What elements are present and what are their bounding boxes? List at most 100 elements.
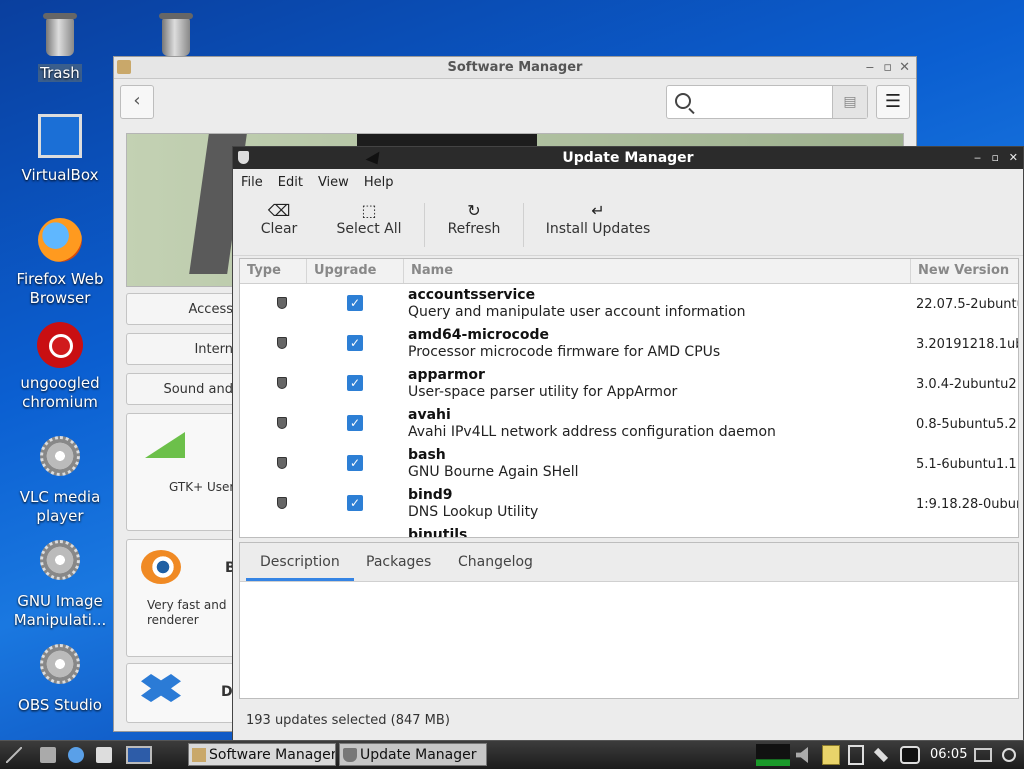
maximize-icon[interactable]: ▫ [992,147,999,169]
trash-icon [36,12,84,60]
desktop-icon-vlc[interactable]: VLC media player [5,430,115,526]
update-shield-icon[interactable] [900,746,920,764]
package-version: 3.0.4-2ubuntu2. [916,377,1019,392]
software-manager-icon [192,748,206,762]
clear-button[interactable]: ⌫ Clear [253,199,305,251]
category-accessories[interactable]: Access [126,293,236,325]
task-software-manager[interactable]: Software Manager [188,743,336,766]
install-icon: ↵ [591,201,605,220]
menu-edit[interactable]: Edit [278,175,303,190]
menu-button[interactable]: ☰ [876,85,910,119]
category-internet[interactable]: Intern [126,333,236,365]
column-type[interactable]: Type [240,259,307,283]
select-all-button[interactable]: ⬚ Select All [333,199,405,251]
app-card[interactable]: GTK+ User [126,413,236,531]
close-icon[interactable]: ✕ [1009,147,1018,169]
maximize-icon[interactable]: ▫ [883,57,892,78]
software-manager-titlebar[interactable]: Software Manager ‒ ▫ ✕ [114,57,916,79]
web-browser-icon[interactable] [68,747,84,763]
table-row[interactable]: ✓ bash GNU Bourne Again SHell 5.1-6ubunt… [240,444,1018,484]
package-description: DNS Lookup Utility [408,504,539,520]
package-name: bash [408,447,446,463]
firefox-icon [36,218,84,266]
update-manager-titlebar[interactable]: Update Manager ‒ ▫ ✕ [233,147,1023,169]
shield-icon [277,337,287,349]
updates-list[interactable]: Type Upgrade Name New Version ✓ accounts… [239,258,1019,538]
shield-icon [277,377,287,389]
upgrade-checkbox[interactable]: ✓ [347,415,363,431]
table-row[interactable]: ✓ amd64-microcode Processor microcode fi… [240,324,1018,364]
shield-icon [238,151,249,164]
desktop-icon-chromium[interactable]: ungoogled chromium [5,322,115,412]
menu-bar: File Edit View Help [233,169,1023,195]
status-text: 193 updates selected (847 MB) [246,713,450,728]
column-name[interactable]: Name [404,259,911,283]
app-card[interactable]: B Very fast and renderer [126,539,236,657]
table-row[interactable]: ✓ accountsservice Query and manipulate u… [240,284,1018,324]
update-manager-window[interactable]: Update Manager ‒ ▫ ✕ File Edit View Help… [232,146,1024,743]
show-desktop-icon[interactable] [96,747,112,763]
workspace-icon[interactable] [126,746,152,764]
category-sound-video[interactable]: Sound and [126,373,236,405]
desktop-icon-virtualbox[interactable]: VirtualBox [5,114,115,185]
search-input[interactable]: ▤ [666,85,868,119]
menu-file[interactable]: File [241,175,263,190]
task-update-manager[interactable]: Update Manager [339,743,487,766]
app-icon [145,432,185,458]
desktop-icon-label: Firefox Web Browser [16,270,104,307]
desktop-icon-obs[interactable]: OBS Studio [5,638,115,715]
table-row[interactable]: ✓ avahi Avahi IPv4LL network address con… [240,404,1018,444]
minimize-icon[interactable]: ‒ [866,57,874,78]
desktop-icon-label: ungoogled chromium [20,374,100,411]
display-icon[interactable] [974,748,992,762]
upgrade-checkbox[interactable]: ✓ [347,335,363,351]
refresh-icon: ↻ [467,201,481,220]
package-description: User-space parser utility for AppArmor [408,384,678,400]
chromium-icon [36,322,84,370]
desktop-icon-label: Trash [38,64,82,82]
network-icon[interactable] [873,747,889,763]
refresh-button[interactable]: ↻ Refresh [443,199,505,251]
window-title: Update Manager [562,150,694,166]
chevron-left-icon: ‹ [133,90,141,111]
volume-icon[interactable] [796,747,808,763]
desktop-icon-firefox[interactable]: Firefox Web Browser [5,218,115,308]
install-updates-button[interactable]: ↵ Install Updates [543,199,653,251]
pastebin-icon[interactable] [822,745,840,765]
details-tabs: Description Packages Changelog [240,543,1018,582]
upgrade-checkbox[interactable]: ✓ [347,495,363,511]
upgrade-checkbox[interactable]: ✓ [347,295,363,311]
blender-icon [141,550,181,584]
package-name: binutils [408,527,468,538]
clipboard-icon[interactable] [848,745,864,765]
tab-description[interactable]: Description [246,543,354,581]
back-button[interactable]: ‹ [120,85,154,119]
table-row[interactable]: binutils [240,524,1018,538]
column-upgrade[interactable]: Upgrade [307,259,404,283]
upgrade-checkbox[interactable]: ✓ [347,375,363,391]
package-description: Avahi IPv4LL network address configurati… [408,424,776,440]
desktop-icon-trash[interactable]: Trash [5,12,115,83]
close-icon[interactable]: ✕ [899,57,910,78]
package-version: 1:9.18.28-0ubun [916,497,1019,512]
tab-packages[interactable]: Packages [352,543,445,581]
column-new-version[interactable]: New Version [911,259,1018,283]
hamburger-icon: ☰ [884,91,902,112]
package-description: Query and manipulate user account inform… [408,304,746,320]
power-icon[interactable] [1002,748,1016,762]
desktop-icon-gimp[interactable]: GNU Image Manipulati... [5,534,115,630]
tab-changelog[interactable]: Changelog [444,543,547,581]
app-card[interactable]: D [126,663,236,723]
minimize-icon[interactable]: ‒ [974,147,981,169]
file-manager-icon[interactable] [40,747,56,763]
table-row[interactable]: ✓ bind9 DNS Lookup Utility 1:9.18.28-0ub… [240,484,1018,524]
start-menu-icon[interactable] [6,747,22,763]
table-row[interactable]: ✓ apparmor User-space parser utility for… [240,364,1018,404]
menu-help[interactable]: Help [364,175,394,190]
upgrade-checkbox[interactable]: ✓ [347,455,363,471]
clock: 06:05 [930,747,968,762]
menu-view[interactable]: View [318,175,349,190]
dropbox-icon [141,674,181,702]
clear-search-icon[interactable]: ▤ [832,86,867,118]
update-toolbar: ⌫ Clear ⬚ Select All ↻ Refresh ↵ Install… [233,195,1023,256]
